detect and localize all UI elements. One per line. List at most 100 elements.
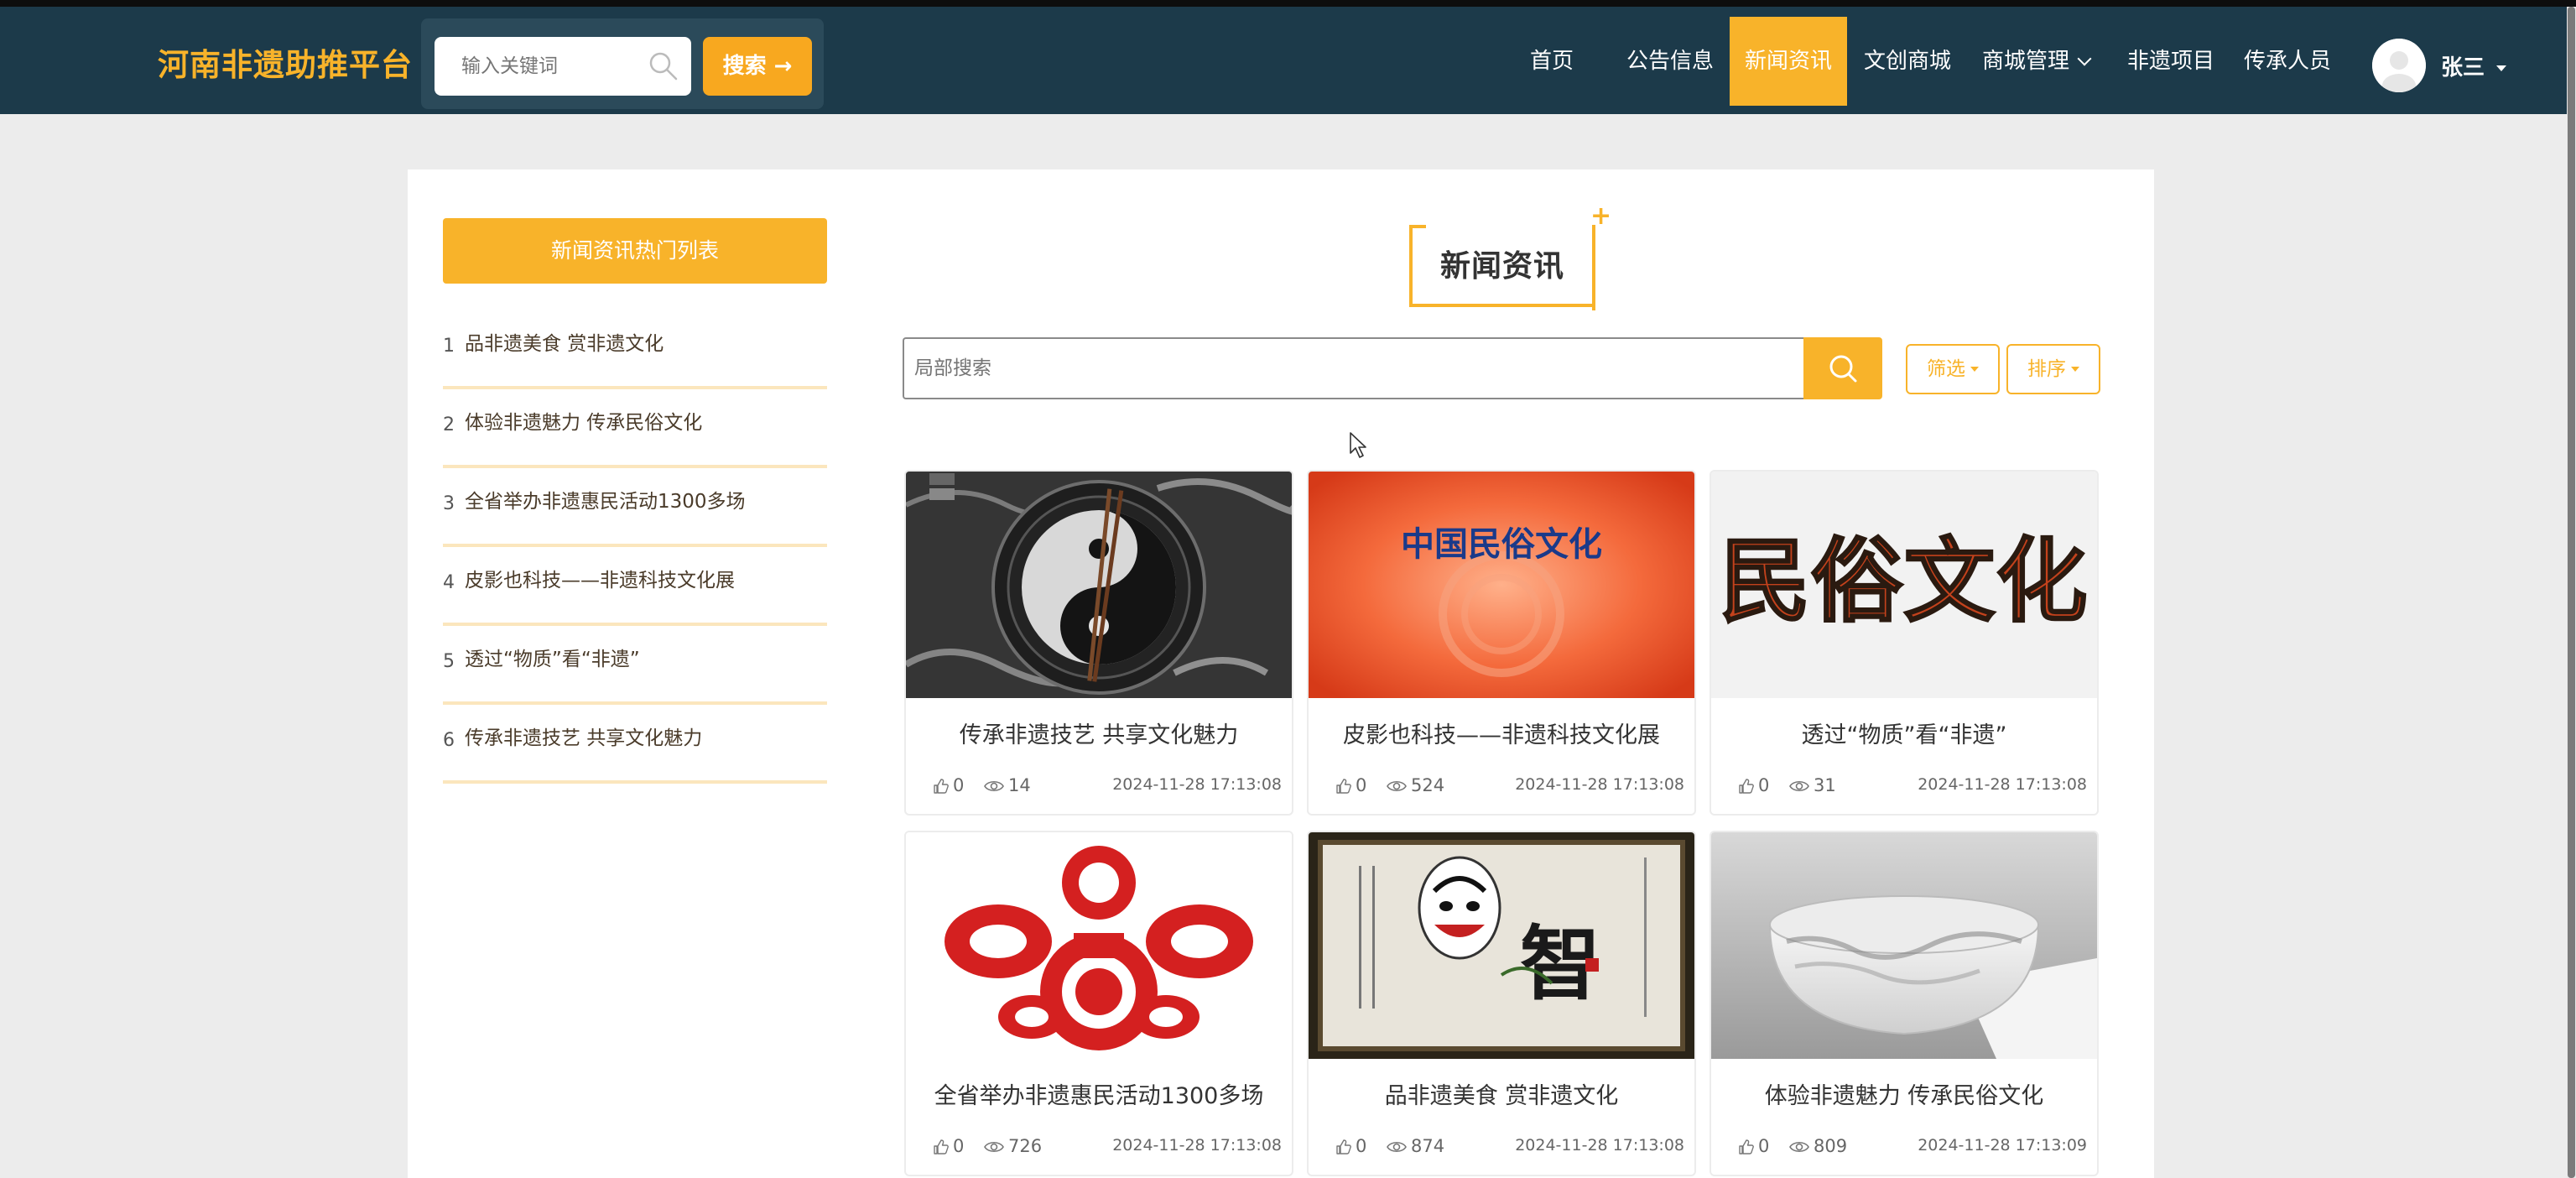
nav-item-shop-management[interactable]: 商城管理 — [1973, 17, 2099, 106]
image-caption: 中国民俗文化 — [1401, 524, 1602, 564]
taiji-rice-plate-image — [906, 472, 1292, 698]
hot-list-item[interactable]: 5 透过“物质”看“非遗” — [443, 626, 827, 705]
mouse-cursor-icon — [1350, 432, 1366, 458]
like-count[interactable]: 0 — [1334, 1136, 1366, 1156]
news-card-title: 传承非遗技艺 共享文化魅力 — [959, 722, 1239, 748]
news-card-image — [906, 472, 1292, 698]
eye-icon — [1789, 780, 1809, 792]
porcelain-bowl-image — [1711, 832, 2097, 1059]
view-count-value: 809 — [1814, 1136, 1848, 1156]
news-card[interactable]: 中国民俗文化 皮影也科技——非遗科技文化展 0 524 2024-11-28 1… — [1307, 470, 1696, 816]
header-search-input[interactable] — [435, 37, 636, 96]
news-card-meta: 0 809 2024-11-28 17:13:09 — [1711, 1136, 2097, 1161]
hot-list-item-title: 全省举办非遗惠民活动1300多场 — [465, 491, 746, 513]
hot-list-item-title: 透过“物质”看“非遗” — [465, 649, 640, 670]
view-count: 809 — [1788, 1136, 1847, 1156]
caret-down-icon — [1970, 367, 1979, 372]
hot-list-item[interactable]: 3 全省举办非遗惠民活动1300多场 — [443, 468, 827, 547]
hot-list-item-number: 2 — [443, 414, 455, 435]
eye-icon — [1387, 780, 1407, 792]
header-search-group: 搜索 → — [421, 18, 824, 109]
sort-label: 排序 — [2027, 358, 2066, 380]
thumbs-up-icon — [934, 779, 949, 794]
nav-item-home[interactable]: 首页 — [1518, 17, 1585, 106]
red-paper-cut-image — [906, 832, 1292, 1059]
hot-list-item[interactable]: 1 品非遗美食 赏非遗文化 — [443, 310, 827, 389]
local-search-button[interactable] — [1803, 337, 1882, 399]
like-count[interactable]: 0 — [1334, 775, 1366, 795]
publish-time: 2024-11-28 17:13:08 — [1918, 775, 2087, 794]
view-count-value: 31 — [1814, 775, 1836, 795]
caret-down-icon — [2071, 367, 2079, 372]
user-name: 张三 — [2441, 55, 2485, 81]
publish-time: 2024-11-28 17:13:08 — [1112, 1136, 1282, 1155]
nav-item-inheritors[interactable]: 传承人员 — [2236, 17, 2339, 106]
hot-list-item[interactable]: 2 体验非遗魅力 传承民俗文化 — [443, 389, 827, 468]
news-card-image — [1711, 832, 2097, 1059]
avatar — [2372, 39, 2426, 92]
window-top-strip — [0, 0, 2576, 7]
header-search-button[interactable]: 搜索 → — [703, 37, 812, 96]
heading-plus-decoration: + — [1590, 201, 1612, 231]
hot-list-item-number: 1 — [443, 336, 455, 357]
sort-dropdown-button[interactable]: 排序 — [2006, 344, 2100, 394]
opera-mask-painting-image: 智 — [1309, 832, 1694, 1059]
thumbs-up-icon — [1739, 1139, 1754, 1155]
news-card[interactable]: 传承非遗技艺 共享文化魅力 0 14 2024-11-28 17:13:08 — [904, 470, 1293, 816]
local-search-box — [903, 337, 1822, 399]
hot-list-item-number: 3 — [443, 493, 455, 514]
hot-list-item-number: 5 — [443, 651, 455, 672]
news-card-title: 体验非遗魅力 传承民俗文化 — [1764, 1083, 2044, 1109]
nav-item-news[interactable]: 新闻资讯 — [1730, 17, 1847, 106]
news-card-image: 智 — [1309, 832, 1694, 1059]
folk-culture-red-banner-image: 中国民俗文化 — [1309, 472, 1694, 698]
news-card[interactable]: 民俗文化 透过“物质”看“非遗” 0 31 2024-11-28 17:13:0… — [1710, 470, 2099, 816]
news-card-title: 皮影也科技——非遗科技文化展 — [1343, 722, 1660, 748]
site-brand[interactable]: 河南非遗助推平台 — [158, 40, 413, 91]
nav-item-announcements[interactable]: 公告信息 — [1619, 17, 1721, 106]
local-search-input[interactable] — [904, 339, 1822, 398]
user-avatar-icon — [2372, 39, 2426, 92]
hot-list-item-title: 皮影也科技——非遗科技文化展 — [465, 570, 735, 592]
header-search-box — [435, 37, 691, 96]
scrollbar-thumb[interactable] — [2568, 7, 2575, 1178]
like-count[interactable]: 0 — [931, 1136, 964, 1156]
hot-list-item-number: 4 — [443, 572, 455, 593]
filter-dropdown-button[interactable]: 筛选 — [1906, 344, 2000, 394]
publish-time: 2024-11-28 17:13:08 — [1112, 775, 1282, 794]
eye-icon — [984, 780, 1004, 792]
hot-list-item[interactable]: 6 传承非遗技艺 共享文化魅力 — [443, 705, 827, 784]
caret-down-icon — [2496, 65, 2506, 71]
view-count: 726 — [983, 1136, 1042, 1156]
view-count-value: 14 — [1008, 775, 1031, 795]
thumbs-up-icon — [1739, 779, 1754, 794]
like-count-value: 0 — [1356, 1136, 1367, 1156]
nav-item-creative-shop[interactable]: 文创商城 — [1857, 17, 1958, 106]
like-count-value: 0 — [1356, 775, 1367, 795]
view-count: 14 — [983, 775, 1031, 795]
image-caption: 民俗文化 — [1720, 529, 2089, 634]
nav-item-heritage-projects[interactable]: 非遗项目 — [2121, 17, 2221, 106]
view-count-value: 726 — [1008, 1136, 1043, 1156]
page-scrollbar[interactable] — [2567, 7, 2576, 1178]
content-panel: 新闻资讯热门列表 1 品非遗美食 赏非遗文化 2 体验非遗魅力 传承民俗文化 3… — [408, 169, 2154, 1178]
news-card-title: 透过“物质”看“非遗” — [1801, 722, 2007, 748]
eye-icon — [1387, 1141, 1407, 1153]
view-count: 31 — [1788, 775, 1836, 795]
like-count[interactable]: 0 — [1736, 775, 1769, 795]
search-icon — [1829, 355, 1857, 383]
news-card-meta: 0 874 2024-11-28 17:13:08 — [1309, 1136, 1694, 1161]
hot-list-item-number: 6 — [443, 730, 455, 751]
hot-list-item[interactable]: 4 皮影也科技——非遗科技文化展 — [443, 547, 827, 626]
hot-list-item-title: 传承非遗技艺 共享文化魅力 — [465, 727, 703, 749]
news-card[interactable]: 全省举办非遗惠民活动1300多场 0 726 2024-11-28 17:13:… — [904, 831, 1293, 1176]
like-count[interactable]: 0 — [931, 775, 964, 795]
view-count: 874 — [1386, 1136, 1444, 1156]
news-card[interactable]: 体验非遗魅力 传承民俗文化 0 809 2024-11-28 17:13:09 — [1710, 831, 2099, 1176]
top-navbar: 河南非遗助推平台 搜索 → 首页 公告信息 新闻资讯 文创商城 商城管理 非遗项… — [0, 7, 2567, 114]
like-count-value: 0 — [953, 1136, 965, 1156]
news-card-meta: 0 31 2024-11-28 17:13:08 — [1711, 775, 2097, 800]
page-title: 新闻资讯 — [1439, 249, 1564, 284]
news-card[interactable]: 智 品非遗美食 赏非遗文化 0 874 2024-11-28 17:13:08 — [1307, 831, 1696, 1176]
like-count[interactable]: 0 — [1736, 1136, 1769, 1156]
